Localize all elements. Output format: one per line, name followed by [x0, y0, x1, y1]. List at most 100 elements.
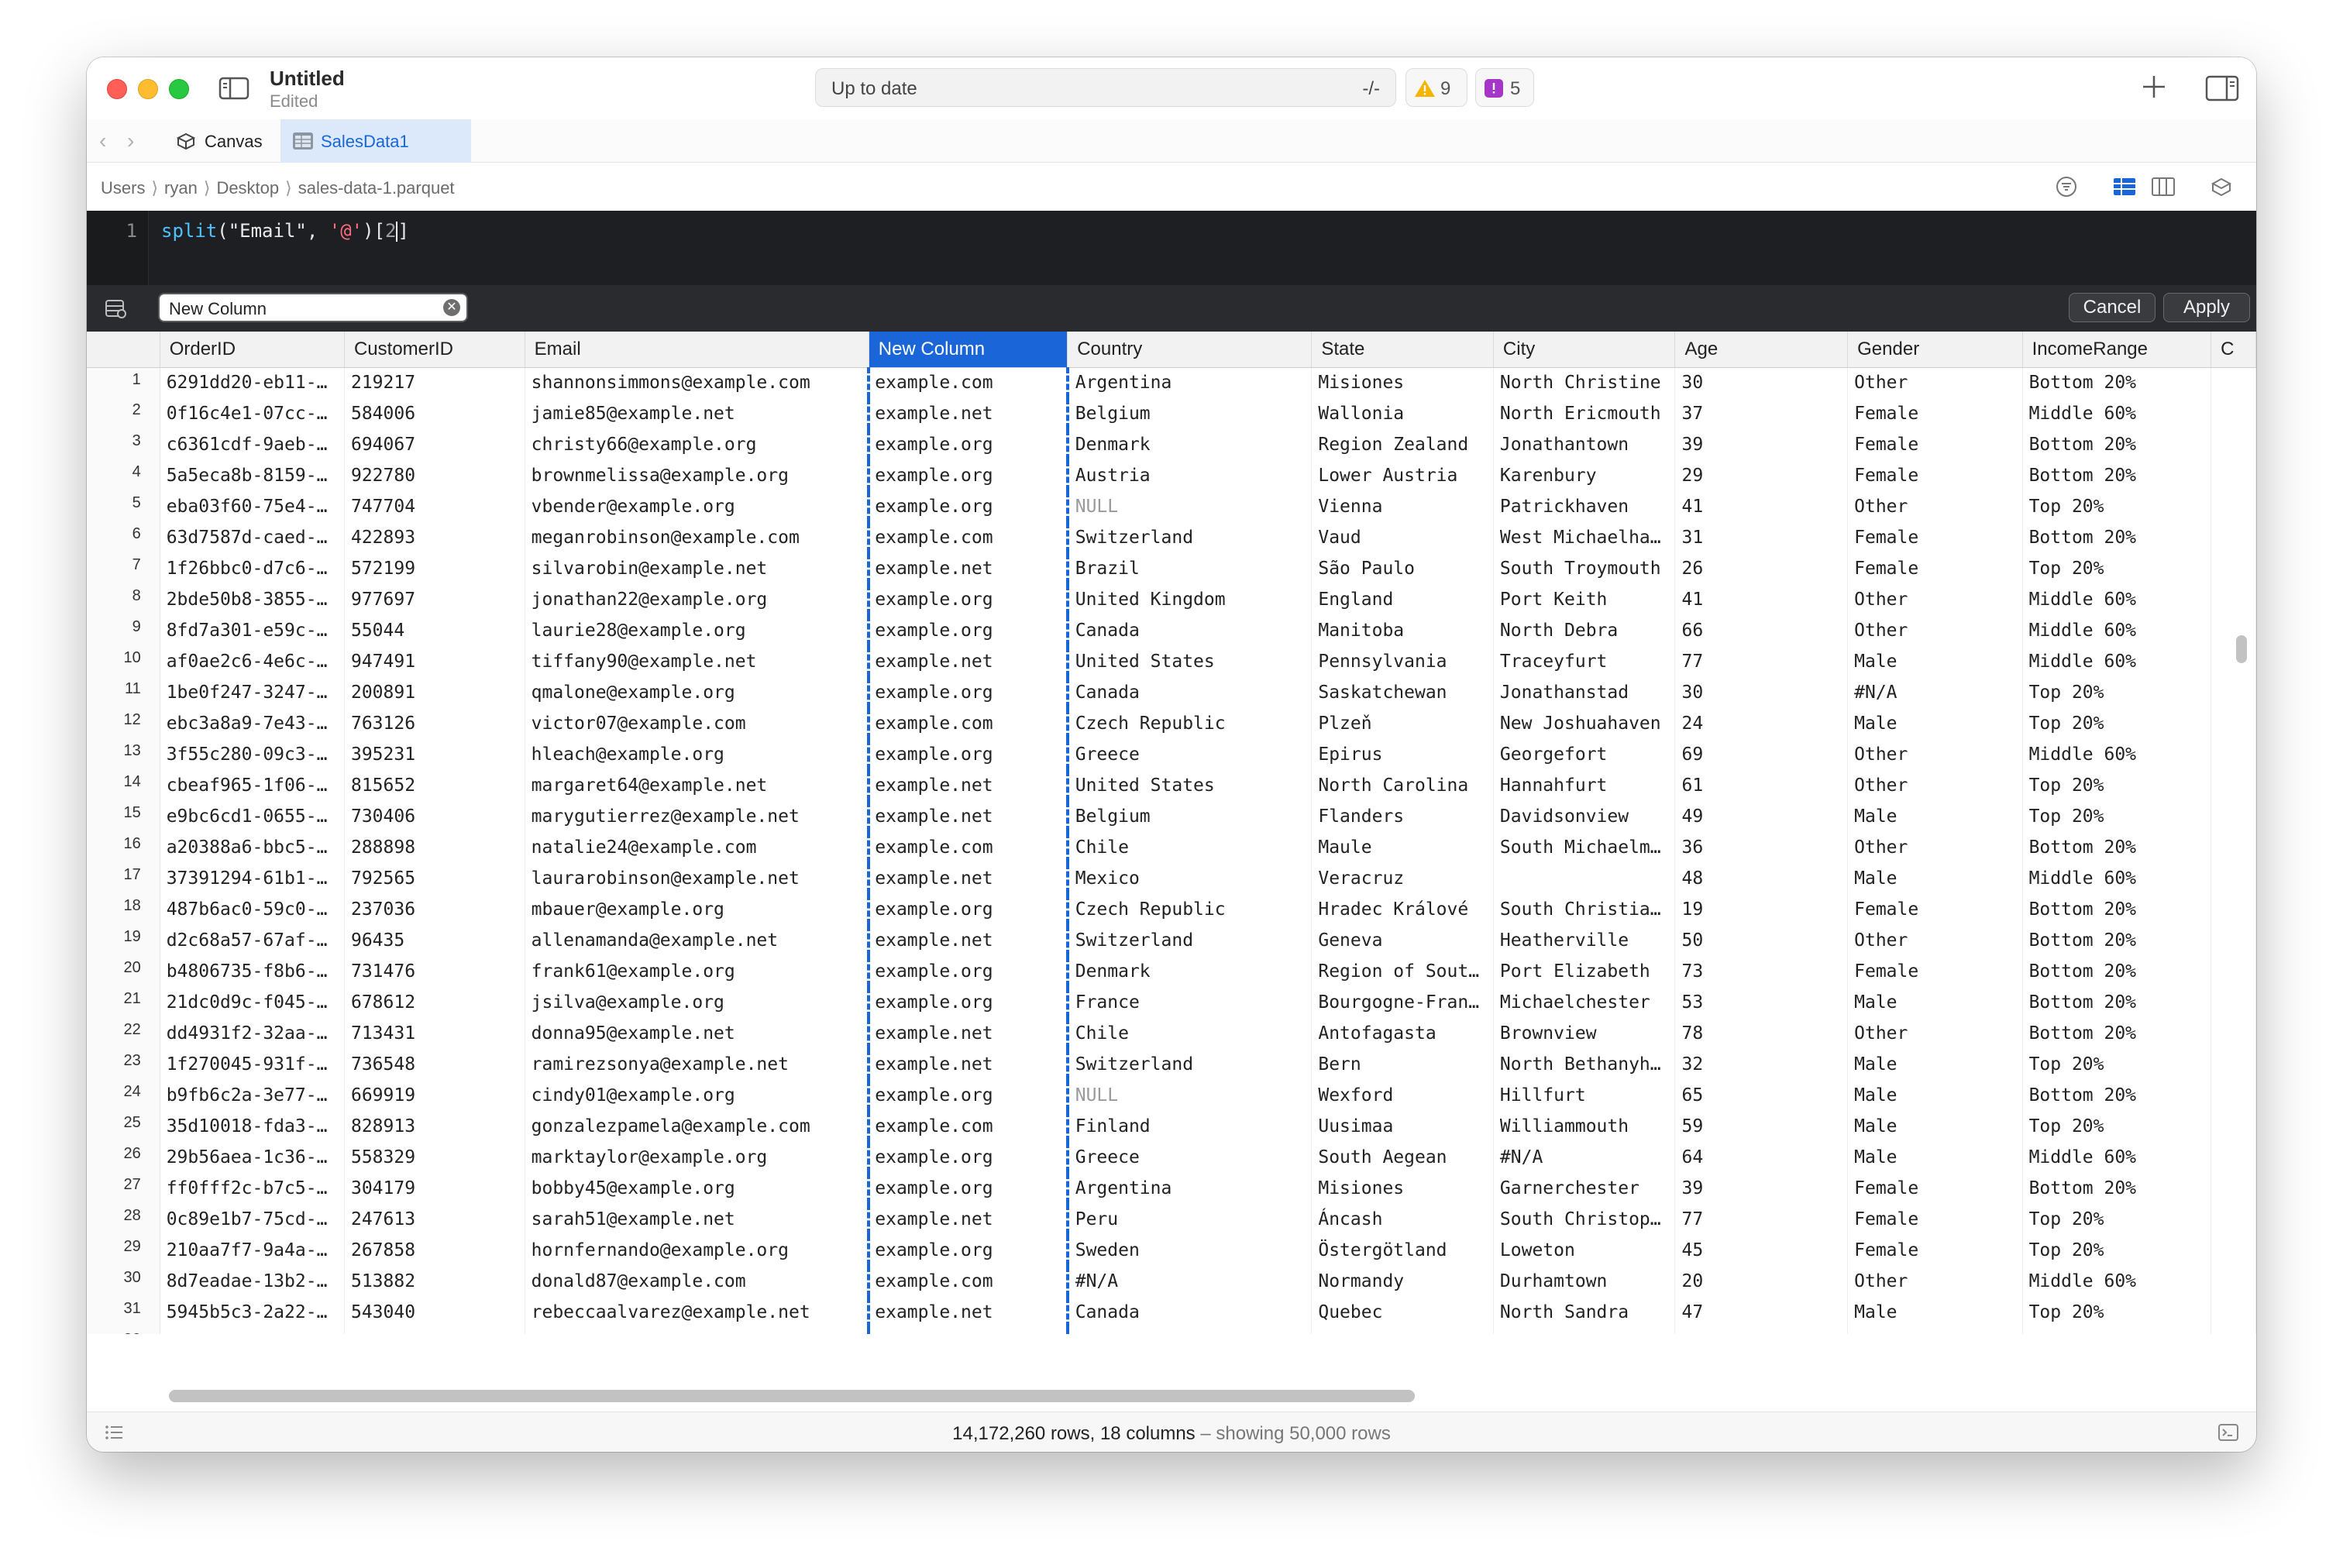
table-row[interactable]: 23 1f270045-931f-… 736548 ramirezsonya@exam…: [87, 1049, 2256, 1080]
table-row[interactable]: 10 af0ae2c6-4e6c-… 947491 tiffany90@example…: [87, 646, 2256, 677]
table-cell[interactable]: Middle 60%: [2022, 398, 2212, 429]
table-cell[interactable]: [2211, 1297, 2256, 1328]
column-header[interactable]: CustomerID: [344, 332, 525, 368]
table-row[interactable]: 4 5a5eca8b-8159-… 922780 brownmelissa@examp…: [87, 460, 2256, 491]
table-row[interactable]: 11 1be0f247-3247-… 200891 qmalone@example.o…: [87, 677, 2256, 708]
table-cell[interactable]: 41: [1674, 584, 1849, 615]
table-cell[interactable]: a20388a6-bbc5-…: [160, 832, 345, 863]
table-cell[interactable]: Misiones: [1311, 1173, 1494, 1204]
table-cell[interactable]: b4806735-f8b6-…: [160, 956, 345, 987]
table-view-icon[interactable]: [2112, 175, 2137, 202]
table-cell[interactable]: 747704: [344, 491, 525, 522]
table-cell[interactable]: 947491: [344, 646, 525, 677]
new-column-cell[interactable]: example.net: [867, 553, 1069, 584]
table-cell[interactable]: Male: [1847, 1111, 2023, 1142]
table-cell[interactable]: [2211, 739, 2256, 770]
new-column-cell[interactable]: example.org: [867, 1173, 1069, 1204]
table-cell[interactable]: Female: [1847, 1235, 2023, 1266]
table-cell[interactable]: 731476: [344, 956, 525, 987]
table-cell[interactable]: Bottom 20%: [2022, 429, 2212, 460]
table-cell[interactable]: 669919: [344, 1080, 525, 1111]
new-column-cell[interactable]: example.org: [867, 739, 1069, 770]
table-cell[interactable]: Bourgogne-Fran…: [1311, 987, 1494, 1018]
table-cell[interactable]: Other: [1847, 770, 2023, 801]
table-cell[interactable]: melaniechase@example.com: [525, 1328, 869, 1334]
table-cell[interactable]: Other: [1847, 1266, 2023, 1297]
column-header[interactable]: State: [1311, 332, 1494, 368]
table-cell[interactable]: 73: [1674, 956, 1849, 987]
table-row[interactable]: 26 29b56aea-1c36-… 558329 marktaylor@exampl…: [87, 1142, 2256, 1173]
table-row[interactable]: 28 0c89e1b7-75cd-… 247613 sarah51@example.n…: [87, 1204, 2256, 1235]
table-cell[interactable]: 39: [1674, 1173, 1849, 1204]
breadcrumb-item[interactable]: Desktop: [216, 178, 279, 198]
table-cell[interactable]: Region of Sout…: [1311, 956, 1494, 987]
table-cell[interactable]: e9bc6cd1-0655-…: [160, 801, 345, 832]
table-cell[interactable]: frank61@example.org: [525, 956, 869, 987]
table-cell[interactable]: 828913: [344, 1111, 525, 1142]
table-cell[interactable]: Manitoba: [1311, 615, 1494, 646]
table-cell[interactable]: donald87@example.com: [525, 1266, 869, 1297]
table-cell[interactable]: 31: [1674, 522, 1849, 553]
table-cell[interactable]: ebc3a8a9-7e43-…: [160, 708, 345, 739]
table-cell[interactable]: [2211, 1328, 2256, 1334]
table-cell[interactable]: Czech Republic: [1067, 708, 1313, 739]
new-column-cell[interactable]: example.com: [867, 708, 1069, 739]
table-cell[interactable]: [2211, 367, 2256, 398]
table-cell[interactable]: Other: [1847, 615, 2023, 646]
new-column-cell[interactable]: example.net: [867, 646, 1069, 677]
table-cell[interactable]: 5a5eca8b-8159-…: [160, 460, 345, 491]
table-cell[interactable]: 2bde50b8-3855-…: [160, 584, 345, 615]
issues-badge[interactable]: 5: [1475, 68, 1534, 107]
table-cell[interactable]: Male: [1847, 863, 2023, 894]
new-column-cell[interactable]: example.org: [867, 1142, 1069, 1173]
table-cell[interactable]: Denmark: [1067, 429, 1313, 460]
table-cell[interactable]: 395231: [344, 739, 525, 770]
table-cell[interactable]: Port Elizabeth: [1493, 956, 1676, 987]
table-cell[interactable]: Male: [1847, 1328, 2023, 1334]
table-cell[interactable]: gonzalezpamela@example.com: [525, 1111, 869, 1142]
table-cell[interactable]: Other: [1847, 925, 2023, 956]
table-row[interactable]: 15 e9bc6cd1-0655-… 730406 marygutierrez@exa…: [87, 801, 2256, 832]
table-cell[interactable]: Mexico: [1067, 863, 1313, 894]
table-cell[interactable]: Argentina: [1067, 367, 1313, 398]
column-name-input[interactable]: New Column: [158, 293, 468, 322]
table-cell[interactable]: United States: [1067, 646, 1313, 677]
table-row[interactable]: 24 b9fb6c2a-3e77-… 669919 cindy01@example.o…: [87, 1080, 2256, 1111]
new-column-cell[interactable]: example.org: [867, 894, 1069, 925]
table-cell[interactable]: Belgium: [1067, 801, 1313, 832]
table-cell[interactable]: donna95@example.net: [525, 1018, 869, 1049]
table-cell[interactable]: Wallonia: [1311, 398, 1494, 429]
new-column-cell[interactable]: example.net: [867, 398, 1069, 429]
tab-salesdata1[interactable]: SalesData1: [280, 119, 471, 163]
table-cell[interactable]: 977697: [344, 584, 525, 615]
table-cell[interactable]: Antofagasta: [1311, 1018, 1494, 1049]
table-cell[interactable]: cindy01@example.org: [525, 1080, 869, 1111]
table-cell[interactable]: jamie85@example.net: [525, 398, 869, 429]
table-cell[interactable]: 694067: [344, 429, 525, 460]
table-cell[interactable]: silvarobin@example.net: [525, 553, 869, 584]
table-cell[interactable]: Other: [1847, 832, 2023, 863]
table-cell[interactable]: 736548: [344, 1049, 525, 1080]
table-cell[interactable]: NULL: [1067, 1080, 1313, 1111]
new-column-cell[interactable]: example.com: [867, 1266, 1069, 1297]
table-cell[interactable]: England: [1311, 584, 1494, 615]
table-cell[interactable]: 39: [1674, 429, 1849, 460]
table-cell[interactable]: af0ae2c6-4e6c-…: [160, 646, 345, 677]
table-cell[interactable]: Female: [1847, 1204, 2023, 1235]
table-cell[interactable]: brownmelissa@example.org: [525, 460, 869, 491]
table-cell[interactable]: Switzerland: [1067, 925, 1313, 956]
table-cell[interactable]: 29b56aea-1c36-…: [160, 1142, 345, 1173]
table-cell[interactable]: [2211, 987, 2256, 1018]
horizontal-scrollbar[interactable]: [169, 1390, 1415, 1402]
table-cell[interactable]: Other: [1847, 1018, 2023, 1049]
table-cell[interactable]: #N/A: [1493, 1142, 1676, 1173]
table-cell[interactable]: vbender@example.org: [525, 491, 869, 522]
table-cell[interactable]: Maule: [1311, 832, 1494, 863]
table-cell[interactable]: 61: [1674, 770, 1849, 801]
table-cell[interactable]: [2211, 1111, 2256, 1142]
table-cell[interactable]: 37391294-61b1-…: [160, 863, 345, 894]
table-cell[interactable]: 296975: [344, 1328, 525, 1334]
table-cell[interactable]: tiffany90@example.net: [525, 646, 869, 677]
table-cell[interactable]: Other: [1847, 739, 2023, 770]
table-cell[interactable]: São Paulo: [1311, 553, 1494, 584]
